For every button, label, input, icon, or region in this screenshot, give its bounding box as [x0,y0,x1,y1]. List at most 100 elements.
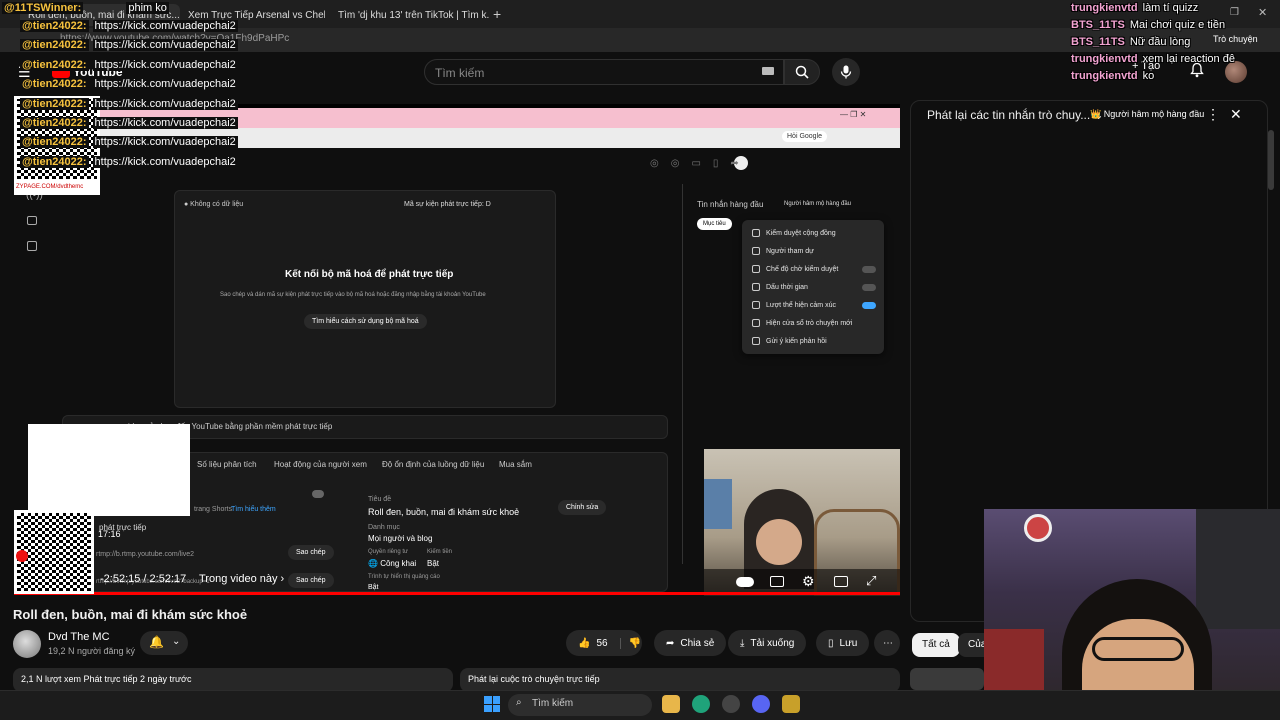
voice-search-button[interactable] [832,58,860,86]
file-explorer-icon[interactable] [662,695,680,713]
spam-user: @tien24022: [20,117,89,129]
window-restore-icon[interactable]: ❐ [1230,7,1239,18]
window-close-icon[interactable]: ✕ [1258,6,1267,19]
clock-icon [752,283,760,291]
menu-item-hold-moderation[interactable]: Chế độ chờ kiểm duyệt [742,260,884,278]
download-label: Tải xuống [750,637,795,649]
menu-item-popout-chat[interactable]: Hiện cửa sổ trò chuyện mới [742,314,884,332]
chat-overlay-message: xem lại reaction đê [1142,53,1235,65]
chat-settings-menu: Kiểm duyệt cộng đồng Người tham dự Chế đ… [742,220,884,354]
chapter-button[interactable]: Trong video này › [199,573,284,585]
obs-icon[interactable] [722,695,740,713]
menu-label: Chế độ chờ kiểm duyệt [766,265,839,273]
channel-name[interactable]: Dvd The MC [48,631,110,643]
tab-shopping[interactable]: Mua sắm [499,460,532,469]
timestamp-toggle[interactable] [862,283,876,291]
subscribe-bell-button[interactable]: 🔔 ⌄ [140,631,188,655]
tab-analytics[interactable]: Số liệu phân tích [197,460,257,469]
spam-msg: phim ko [126,2,169,14]
menu-item-reactions[interactable]: Lượt thể hiện cảm xúc [742,296,884,314]
menu-label: Hiện cửa sổ trò chuyện mới [766,319,853,327]
chat-title-dropdown[interactable]: Phát lại các tin nhắn trò chuy... ⌄ [927,108,1104,122]
notifications-button[interactable] [1190,62,1204,83]
close-icon[interactable]: ✕ [1230,106,1242,123]
chat-overlay-label: Trò chuyện [1213,34,1258,44]
hold-icon [752,265,760,273]
learn-more-link[interactable]: Tìm hiểu thêm [231,506,276,513]
save-button[interactable]: ▯ Lưu [816,630,870,656]
search-icon: ⌕ [516,697,522,708]
subtitles-icon[interactable] [770,576,784,587]
menu-item-feedback[interactable]: Gửi ý kiến phản hồi [742,332,884,350]
copy-button[interactable]: Sao chép [288,545,334,560]
windows-start-icon[interactable] [484,696,500,712]
spam-user: @tien24022: [20,39,89,52]
copy-button[interactable]: Sao chép [288,573,334,588]
share-button[interactable]: ➦ Chia sẻ [654,630,727,656]
tab-viewer-activity[interactable]: Hoạt động của người xem [274,460,367,469]
rtmp-url[interactable]: rtmp://b.rtmp.youtube.com/live2 [96,551,194,558]
spam-line: @tien24022: https://kick.com/vuadepchai2 [20,58,238,71]
tile [484,704,492,712]
tab-stream-health[interactable]: Độ ổn định của luồng dữ liệu [382,460,484,469]
like-button[interactable]: 👍 56 👎 [566,630,642,656]
taskbar-search[interactable]: Tìm kiếm [508,694,652,716]
scrollbar[interactable] [1268,130,1274,190]
keyboard-icon[interactable] [762,67,774,75]
more-options-icon[interactable]: ⋮ [1206,106,1220,123]
recommended-thumbnail[interactable] [910,668,984,690]
new-tab-button[interactable]: + [493,6,501,22]
shorts-toggle[interactable] [312,490,324,498]
fullscreen-icon[interactable]: ⤢ [866,573,876,589]
search-input[interactable]: Tìm kiếm [424,59,784,85]
menu-label: Dấu thời gian [766,283,808,291]
app-icon[interactable] [782,695,800,713]
divider [682,184,683,564]
edge-icon[interactable] [692,695,710,713]
chat-overlay-message: ko [1142,70,1155,82]
menu-item-community-moderation[interactable]: Kiểm duyệt cộng đồng [742,224,884,242]
chat-title: Phát lại các tin nhắn trò chuy... [927,108,1091,122]
encoder-card [174,190,556,408]
save-label: Lưu [839,637,858,649]
inner-chat-title[interactable]: Tin nhắn hàng đầu [697,200,763,209]
chat-overlay-line: trungkienvtd xem lại reaction đê [1071,53,1235,65]
hold-toggle[interactable] [862,265,876,273]
menu-item-timestamps[interactable]: Dấu thời gian [742,278,884,296]
chat-replay-bar[interactable]: Phát lại cuộc trò chuyện trực tiếp [460,668,900,692]
event-code-dropdown[interactable]: Mã sự kiện phát trực tiếp: D [404,201,491,208]
menu-item-participants[interactable]: Người tham dự [742,242,884,260]
spam-user: @tien24022: [20,78,89,91]
settings-icon[interactable]: ⚙ [802,573,815,590]
learn-encoder-button[interactable]: Tìm hiểu cách sử dụng bộ mã hoá [304,314,427,329]
video-player[interactable]: — ❐ ✕ Hỏi Google ((•)) ◎◎▭▯➦ ● Không có … [14,104,900,596]
no-data-status: ● Không có dữ liệu [184,201,244,208]
spam-link: https://kick.com/vuadepchai2 [92,155,238,168]
tab-label: Xem Trực Tiếp Arsenal vs Chelsea [188,9,325,21]
menu-label: Kiểm duyệt cộng đồng [766,229,836,237]
download-icon: ⤓ [740,637,745,649]
browser-tab[interactable]: Tìm 'dj khu 13' trên TikTok | Tìm k...✕ [330,4,490,26]
miniplayer-icon[interactable] [834,576,848,587]
spam-link: https://kick.com/vuadepchai2 [92,97,238,110]
description-box[interactable]: 2,1 N lượt xem Phát trực tiếp 2 ngày trư… [13,668,453,692]
channel-avatar[interactable] [13,630,41,658]
wall-clock [1024,514,1052,542]
progress-bar[interactable] [14,592,900,595]
thumbs-down-icon[interactable]: 👎 [619,637,641,649]
category-value: Mọi người và blog [368,534,433,543]
autoplay-toggle[interactable] [736,577,754,587]
more-actions-button[interactable]: ⋯ [874,630,900,656]
spam-line: @tien24022: https://kick.com/vuadepchai2 [20,39,238,52]
search-button[interactable] [784,59,820,85]
goal-chip[interactable]: Mục tiêu [697,218,732,230]
edit-button[interactable]: Chỉnh sửa [558,500,607,515]
spam-line: @tien24022: https://kick.com/vuadepchai2 [20,117,238,129]
chat-overlay-line: trungkienvtd làm tí quizz [1071,2,1198,14]
ad-value: Bật [368,584,379,591]
live-dot [16,550,28,562]
chip-all[interactable]: Tất cả [912,633,960,657]
discord-icon[interactable] [752,695,770,713]
reactions-toggle[interactable] [862,301,876,309]
download-button[interactable]: ⤓ Tải xuống [728,630,807,656]
